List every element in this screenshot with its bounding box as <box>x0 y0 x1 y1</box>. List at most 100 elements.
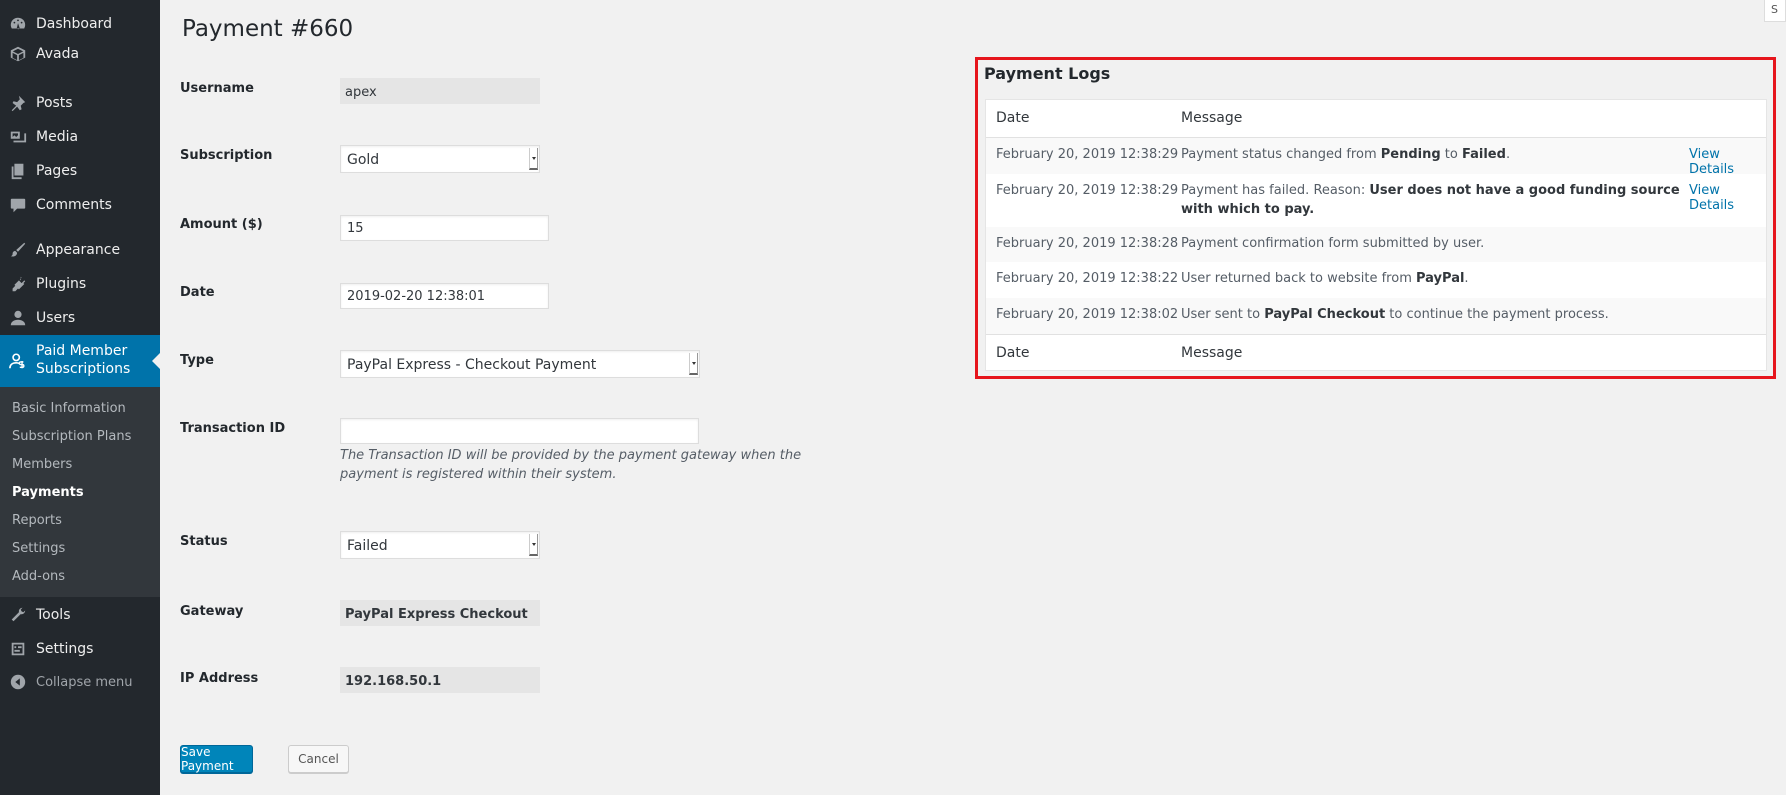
menu-appearance[interactable]: Appearance <box>0 240 160 260</box>
menu-label: Posts <box>36 95 73 111</box>
log-row: February 20, 2019 12:38:02 User sent to P… <box>986 298 1766 334</box>
user-icon <box>8 308 28 328</box>
log-message: User sent to PayPal Checkout to continue… <box>1181 305 1681 324</box>
column-footer-message: Message <box>1181 345 1243 361</box>
amount-input[interactable]: 15 <box>340 215 549 241</box>
menu-posts[interactable]: Posts <box>0 93 160 113</box>
payment-logs-table: Date Message February 20, 2019 12:38:29 P… <box>985 99 1767 371</box>
submenu-add-ons[interactable]: Add-ons <box>12 569 65 584</box>
menu-label: Dashboard <box>36 16 112 32</box>
log-message-text: User sent to <box>1181 307 1265 322</box>
date-input[interactable]: 2019-02-20 12:38:01 <box>340 283 549 309</box>
log-row: February 20, 2019 12:38:22 User returned … <box>986 262 1766 298</box>
submenu-payments[interactable]: Payments <box>12 485 84 500</box>
media-icon <box>8 127 28 147</box>
pages-icon <box>8 161 28 181</box>
current-menu-arrow <box>152 353 160 369</box>
gateway-value: PayPal Express Checkout <box>340 600 540 626</box>
member-icon <box>8 351 28 371</box>
submenu-members[interactable]: Members <box>12 457 72 472</box>
menu-media[interactable]: Media <box>0 127 160 147</box>
status-label: Status <box>180 534 228 549</box>
menu-pages[interactable]: Pages <box>0 161 160 181</box>
footer-divider <box>986 334 1766 335</box>
collapse-menu-button[interactable]: Collapse menu <box>0 672 160 692</box>
submenu-reports[interactable]: Reports <box>12 513 62 528</box>
menu-label: Tools <box>36 607 71 623</box>
log-message-text: User returned back to website from <box>1181 271 1416 286</box>
log-message-text: to continue the payment process. <box>1385 307 1609 322</box>
transaction-id-label: Transaction ID <box>180 421 286 436</box>
menu-tools[interactable]: Tools <box>0 605 160 625</box>
log-row: February 20, 2019 12:38:29 Payment status… <box>986 138 1766 177</box>
log-message-text: Payment status changed from <box>1181 147 1381 162</box>
subscription-select[interactable]: Gold <box>340 145 540 173</box>
settings-icon <box>8 639 28 659</box>
brush-icon <box>8 240 28 260</box>
ip-address-value: 192.168.50.1 <box>340 667 540 693</box>
status-select[interactable]: Failed <box>340 531 540 559</box>
menu-comments[interactable]: Comments <box>0 195 160 215</box>
log-date: February 20, 2019 12:38:22 <box>996 271 1179 286</box>
view-details-link[interactable]: View Details <box>1689 147 1766 177</box>
log-message: Payment has failed. Reason: User does no… <box>1181 181 1681 219</box>
log-date: February 20, 2019 12:38:02 <box>996 307 1179 322</box>
log-message-text: to <box>1440 147 1462 162</box>
menu-label: Appearance <box>36 242 121 258</box>
amount-label: Amount ($) <box>180 217 263 232</box>
screen-options-button[interactable]: S <box>1764 0 1786 22</box>
log-message-text: Payment confirmation form submitted by u… <box>1181 236 1485 251</box>
column-header-message: Message <box>1181 110 1243 126</box>
type-select[interactable]: PayPal Express - Checkout Payment <box>340 350 700 378</box>
gateway-label: Gateway <box>180 604 244 619</box>
menu-label: Settings <box>36 641 94 657</box>
status-selected: Failed <box>347 538 388 554</box>
submenu-settings[interactable]: Settings <box>12 541 65 556</box>
cancel-button[interactable]: Cancel <box>288 745 349 773</box>
page-title: Payment #660 <box>182 16 354 42</box>
menu-settings[interactable]: Settings <box>0 639 160 659</box>
pin-icon <box>8 93 28 113</box>
menu-paid-member-subscriptions[interactable]: Paid Member Subscriptions <box>0 335 160 387</box>
admin-sidebar: Dashboard Avada Posts Media Pages Commen… <box>0 0 160 795</box>
plugin-icon <box>8 274 28 294</box>
menu-label: Paid Member Subscriptions <box>36 343 131 377</box>
submenu-basic-information[interactable]: Basic Information <box>12 401 126 416</box>
log-date: February 20, 2019 12:38:29 <box>996 183 1179 198</box>
log-date: February 20, 2019 12:38:29 <box>996 147 1179 162</box>
menu-avada[interactable]: Avada <box>0 44 160 64</box>
menu-label: Media <box>36 129 79 145</box>
chevron-down-icon <box>529 148 538 170</box>
menu-label: Comments <box>36 197 112 213</box>
log-message: Payment confirmation form submitted by u… <box>1181 234 1681 253</box>
column-footer-date: Date <box>996 345 1030 361</box>
log-date: February 20, 2019 12:38:28 <box>996 236 1179 251</box>
menu-label: Users <box>36 310 76 326</box>
chevron-down-icon <box>529 534 538 556</box>
menu-label: Avada <box>36 46 80 62</box>
log-message-text: . <box>1464 271 1469 286</box>
menu-users[interactable]: Users <box>0 308 160 328</box>
column-header-date: Date <box>996 110 1030 126</box>
date-label: Date <box>180 285 215 300</box>
subscription-label: Subscription <box>180 148 273 163</box>
username-value: apex <box>340 78 540 104</box>
view-details-link[interactable]: View Details <box>1689 183 1766 213</box>
menu-label: Plugins <box>36 276 87 292</box>
log-message-text: . <box>1505 147 1511 162</box>
menu-dashboard[interactable]: Dashboard <box>0 14 160 34</box>
chevron-down-icon <box>689 353 698 375</box>
dashboard-icon <box>8 14 28 34</box>
transaction-id-description: The Transaction ID will be provided by t… <box>340 448 802 482</box>
log-row: February 20, 2019 12:38:29 Payment has fa… <box>986 174 1766 227</box>
type-selected: PayPal Express - Checkout Payment <box>347 357 597 373</box>
subscription-selected: Gold <box>347 152 380 168</box>
log-message-emphasis: PayPal <box>1415 271 1465 286</box>
avada-icon <box>8 44 28 64</box>
menu-plugins[interactable]: Plugins <box>0 274 160 294</box>
submenu: Basic Information Subscription Plans Mem… <box>0 387 160 597</box>
submenu-subscription-plans[interactable]: Subscription Plans <box>12 429 131 444</box>
transaction-id-input[interactable] <box>340 418 699 444</box>
menu-label: Pages <box>36 163 78 179</box>
save-payment-button[interactable]: Save Payment <box>180 745 253 773</box>
